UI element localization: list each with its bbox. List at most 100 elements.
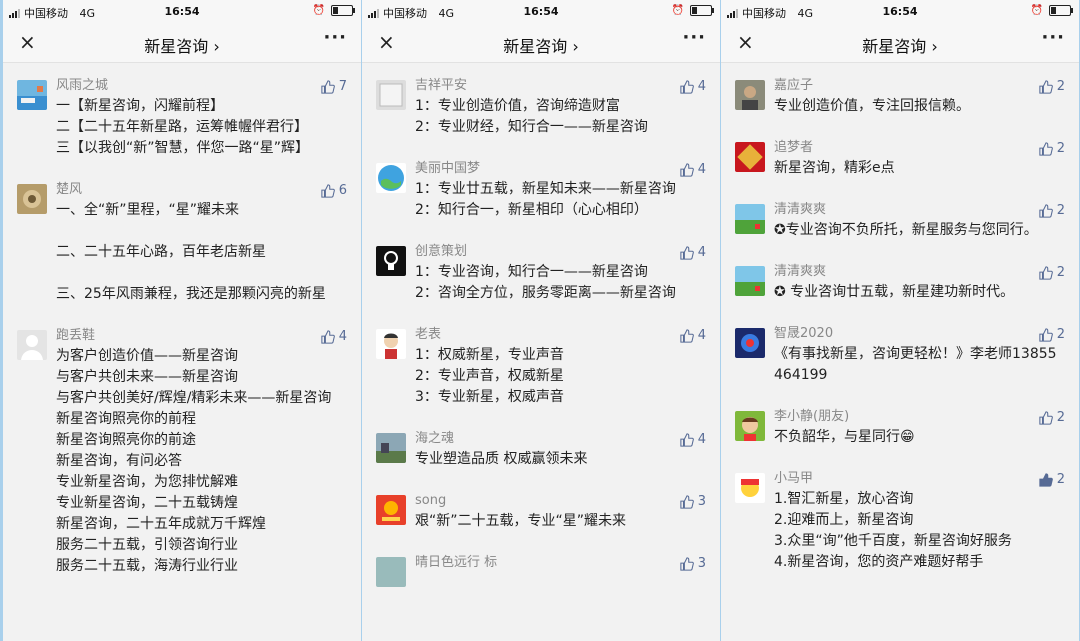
like-count: 3 — [697, 556, 706, 571]
avatar[interactable] — [376, 246, 406, 276]
comment-text: 《有事找新星，咨询更轻松！》李老师13855464199 — [774, 346, 1057, 383]
like-button[interactable]: 4 — [680, 162, 706, 177]
comment-item: 晴日色远行 标 3 — [362, 546, 720, 587]
comment-text: 一、全“新”里程，“星”耀未来 二、二十五年心路，百年老店新星 三、25年风雨兼… — [56, 202, 326, 302]
more-icon[interactable]: ··· — [682, 27, 706, 48]
nav-bar: × 新星咨询 › ··· — [721, 24, 1079, 63]
commenter-name[interactable]: 跑丢鞋 — [56, 327, 347, 345]
avatar[interactable] — [735, 328, 765, 358]
comment-text: 1：专业廿五载，新星知未来——新星咨询 2：知行合一，新星相印（心心相印） — [415, 181, 676, 218]
commenter-name[interactable]: 创意策划 — [415, 243, 706, 261]
commenter-name[interactable]: 吉祥平安 — [415, 77, 706, 95]
avatar[interactable] — [735, 142, 765, 172]
status-bar: 中国移动 4G 16:54 ⏰ — [721, 0, 1079, 24]
like-button[interactable]: 4 — [680, 328, 706, 343]
commenter-name[interactable]: 追梦者 — [774, 139, 1065, 157]
avatar[interactable] — [735, 266, 765, 296]
comment-item: 嘉应子 专业创造价值，专注回报信赖。 2 — [721, 69, 1079, 131]
like-button[interactable]: 2 — [1039, 472, 1065, 487]
like-button[interactable]: 2 — [1039, 265, 1065, 280]
like-button[interactable]: 2 — [1039, 327, 1065, 342]
comment-item: 老表 1：权威新星，专业声音 2：专业声音，权威新星 3：专业新星，权威声音 4 — [362, 318, 720, 422]
avatar[interactable] — [376, 329, 406, 359]
comment-item: 美丽中国梦 1：专业廿五载，新星知未来——新星咨询 2：知行合一，新星相印（心心… — [362, 152, 720, 235]
avatar[interactable] — [735, 80, 765, 110]
thumbs-up-icon — [680, 79, 694, 94]
commenter-name[interactable]: 晴日色远行 标 — [415, 554, 706, 572]
comment-text: 专业塑造品质 权威赢领未来 — [415, 451, 588, 467]
page-title[interactable]: 新星咨询 › — [3, 33, 361, 57]
nav-bar: × 新星咨询 › ··· — [3, 24, 361, 63]
commenter-name[interactable]: 清清爽爽 — [774, 263, 1065, 281]
commenter-name[interactable]: 海之魂 — [415, 430, 706, 448]
like-button[interactable]: 4 — [680, 79, 706, 94]
page-title[interactable]: 新星咨询 › — [362, 33, 720, 57]
like-button[interactable]: 7 — [321, 79, 347, 94]
like-button[interactable]: 2 — [1039, 79, 1065, 94]
alarm-icon: ⏰ — [1030, 5, 1043, 16]
comment-item: 智晟2020 《有事找新星，咨询更轻松！》李老师13855464199 2 — [721, 317, 1079, 400]
commenter-name[interactable]: 智晟2020 — [774, 325, 1065, 343]
avatar[interactable] — [17, 330, 47, 360]
like-button[interactable]: 4 — [680, 245, 706, 260]
thumbs-up-icon — [680, 494, 694, 509]
phone-screen-1: 中国移动 4G 16:54 ⏰ × 新星咨询 › ··· 风雨之城 一【新星咨询… — [3, 0, 361, 641]
like-count: 3 — [697, 494, 706, 509]
status-bar: 中国移动 4G 16:54 ⏰ — [3, 0, 361, 24]
avatar[interactable] — [376, 495, 406, 525]
like-button[interactable]: 2 — [1039, 203, 1065, 218]
comment-item: song 艰“新”二十五载，专业“星”耀未来 3 — [362, 484, 720, 546]
avatar[interactable] — [376, 80, 406, 110]
avatar[interactable] — [735, 473, 765, 503]
like-button[interactable]: 3 — [680, 556, 706, 571]
thumbs-up-icon — [1039, 327, 1053, 342]
page-title[interactable]: 新星咨询 › — [721, 33, 1079, 57]
more-icon[interactable]: ··· — [1041, 27, 1065, 48]
like-button[interactable]: 4 — [321, 329, 347, 344]
comment-text: ✪ 专业咨询廿五载，新星建功新时代。 — [774, 284, 1015, 300]
comment-item: 吉祥平安 1：专业创造价值，咨询缔造财富 2：专业财经，知行合一——新星咨询 4 — [362, 69, 720, 152]
more-icon[interactable]: ··· — [323, 27, 347, 48]
thumbs-up-icon — [1039, 79, 1053, 94]
thumbs-up-icon — [1039, 141, 1053, 156]
comment-text: 1：权威新星，专业声音 2：专业声音，权威新星 3：专业新星，权威声音 — [415, 347, 564, 405]
commenter-name[interactable]: 小马甲 — [774, 470, 1065, 488]
commenter-name[interactable]: 老表 — [415, 326, 706, 344]
avatar[interactable] — [735, 204, 765, 234]
comment-list: 吉祥平安 1：专业创造价值，咨询缔造财富 2：专业财经，知行合一——新星咨询 4… — [362, 63, 720, 587]
commenter-name[interactable]: 嘉应子 — [774, 77, 1065, 95]
like-count: 2 — [1056, 327, 1065, 342]
nav-bar: × 新星咨询 › ··· — [362, 24, 720, 63]
commenter-name[interactable]: song — [415, 492, 706, 510]
like-button[interactable]: 2 — [1039, 410, 1065, 425]
avatar[interactable] — [376, 163, 406, 193]
clock: 16:54 — [164, 5, 200, 18]
like-button[interactable]: 4 — [680, 432, 706, 447]
like-count: 2 — [1056, 141, 1065, 156]
thumbs-up-icon — [680, 245, 694, 260]
avatar[interactable] — [376, 557, 406, 587]
avatar[interactable] — [735, 411, 765, 441]
commenter-name[interactable]: 楚风 — [56, 181, 347, 199]
thumbs-up-icon — [1039, 410, 1053, 425]
comment-text: 新星咨询，精彩e点 — [774, 160, 895, 176]
avatar[interactable] — [17, 80, 47, 110]
like-count: 4 — [338, 329, 347, 344]
comment-item: 李小静(朋友) 不负韶华，与星同行😁 2 — [721, 400, 1079, 462]
like-button[interactable]: 2 — [1039, 141, 1065, 156]
like-count: 4 — [697, 79, 706, 94]
comment-list: 嘉应子 专业创造价值，专注回报信赖。 2 追梦者 新星咨询，精彩e点 2 清清爽… — [721, 63, 1079, 587]
comment-item: 清清爽爽 ✪ 专业咨询廿五载，新星建功新时代。 2 — [721, 255, 1079, 317]
avatar[interactable] — [376, 433, 406, 463]
clock: 16:54 — [882, 5, 918, 18]
commenter-name[interactable]: 风雨之城 — [56, 77, 347, 95]
comment-item: 追梦者 新星咨询，精彩e点 2 — [721, 131, 1079, 193]
comment-text: 一【新星咨询，闪耀前程】 二【二十五年新星路，运筹帷幄伴君行】 三【以我创“新”… — [56, 98, 310, 156]
commenter-name[interactable]: 美丽中国梦 — [415, 160, 706, 178]
like-button[interactable]: 3 — [680, 494, 706, 509]
commenter-name[interactable]: 清清爽爽 — [774, 201, 1065, 219]
comment-text: 1.智汇新星，放心咨询 2.迎难而上，新星咨询 3.众里“询”他千百度，新星咨询… — [774, 491, 1012, 570]
commenter-name[interactable]: 李小静(朋友) — [774, 408, 1065, 426]
avatar[interactable] — [17, 184, 47, 214]
like-button[interactable]: 6 — [321, 183, 347, 198]
